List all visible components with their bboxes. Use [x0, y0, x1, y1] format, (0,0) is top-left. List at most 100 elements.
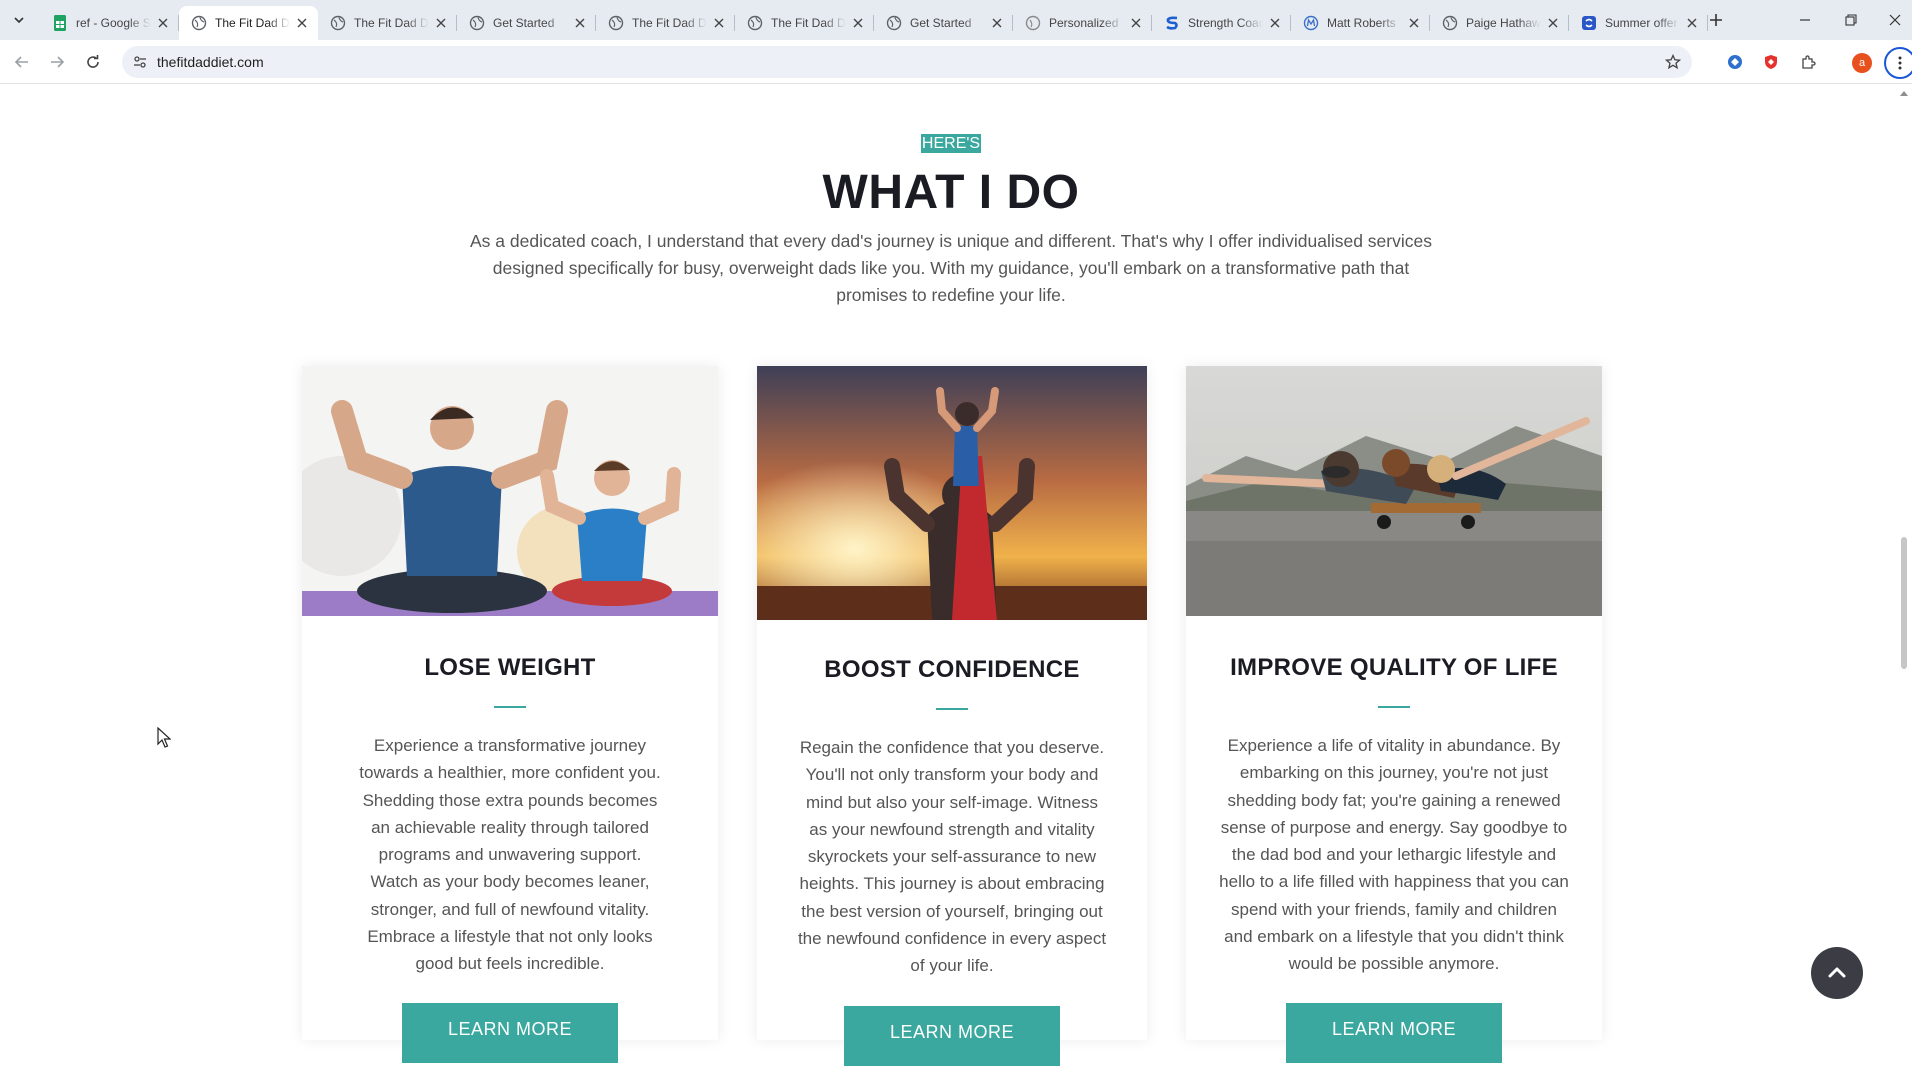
- section-intro: As a dedicated coach, I understand that …: [470, 231, 1432, 305]
- browser-toolbar: thefitdaddiet.com: [0, 40, 1912, 84]
- scroll-up-arrow-icon[interactable]: [1900, 91, 1908, 96]
- chevron-down-icon: [14, 17, 24, 24]
- globe-icon: [608, 15, 624, 31]
- m-logo-icon: [1303, 15, 1319, 31]
- service-card-lose-weight: LOSE WEIGHT Experience a transformative …: [302, 366, 718, 1063]
- tab-matt-roberts[interactable]: Matt Roberts: [1291, 6, 1430, 40]
- tab-get-started[interactable]: Get Started: [874, 6, 1013, 40]
- tab-get-started[interactable]: Get Started: [457, 6, 596, 40]
- close-icon[interactable]: [1545, 15, 1561, 31]
- tab-fit-dad-diet[interactable]: The Fit Dad Diet: [318, 6, 457, 40]
- blue-logo-icon: [1581, 15, 1597, 31]
- tab-ref-sheets[interactable]: ref - Google Sheets: [40, 6, 179, 40]
- service-card-quality-of-life: IMPROVE QUALITY OF LIFE Experience a lif…: [1186, 366, 1602, 1063]
- sheets-icon: [52, 15, 68, 31]
- card-divider: [936, 708, 968, 710]
- tab-summer-offer[interactable]: Summer offer: [1569, 6, 1708, 40]
- plus-icon: [1710, 14, 1722, 26]
- globe-icon: [191, 15, 207, 31]
- globe-icon: [747, 15, 763, 31]
- card-text: Experience a transformative journey towa…: [359, 736, 661, 974]
- restore-button[interactable]: [1828, 0, 1874, 40]
- learn-more-button[interactable]: LEARN MORE: [1286, 1003, 1502, 1063]
- close-icon[interactable]: [1267, 15, 1283, 31]
- card-photo-superhero-sunset: [757, 366, 1147, 620]
- globe-icon: [330, 15, 346, 31]
- s-logo-icon: [1164, 15, 1180, 31]
- minimize-icon: [1800, 19, 1810, 21]
- site-settings-icon[interactable]: [132, 54, 148, 70]
- scrollbar-thumb[interactable]: [1901, 537, 1907, 669]
- minimize-button[interactable]: [1782, 0, 1828, 40]
- mouse-cursor-icon: [157, 727, 171, 748]
- tab-fit-dad-diet[interactable]: The Fit Dad Diet: [596, 6, 735, 40]
- url-text: thefitdaddiet.com: [157, 54, 264, 70]
- page-scrollbar[interactable]: [1896, 85, 1912, 1040]
- close-icon: [1889, 14, 1901, 26]
- tab-title: The Fit Dad Diet: [215, 16, 290, 30]
- close-icon[interactable]: [294, 15, 310, 31]
- close-icon[interactable]: [850, 15, 866, 31]
- tab-paige-hathaway[interactable]: Paige Hathaway: [1430, 6, 1569, 40]
- service-card-boost-confidence: BOOST CONFIDENCE Regain the confidence t…: [757, 366, 1147, 1066]
- close-icon[interactable]: [1684, 15, 1700, 31]
- extensions-puzzle-icon[interactable]: [1798, 52, 1818, 72]
- globe-icon: [469, 15, 485, 31]
- card-title: BOOST CONFIDENCE: [824, 656, 1080, 683]
- close-icon[interactable]: [989, 15, 1005, 31]
- tab-title: The Fit Dad Diet: [354, 16, 429, 30]
- back-button[interactable]: [9, 49, 35, 75]
- card-divider: [1378, 706, 1410, 708]
- extension-shield-icon[interactable]: [1761, 52, 1781, 72]
- address-bar[interactable]: thefitdaddiet.com: [122, 46, 1692, 78]
- section-title: WHAT I DO: [822, 166, 1080, 219]
- arrow-right-icon: [51, 56, 65, 68]
- new-tab-button[interactable]: [1705, 9, 1727, 31]
- tab-search-button[interactable]: [8, 9, 30, 31]
- restore-icon: [1845, 14, 1857, 26]
- tab-fit-dad-diet-active[interactable]: The Fit Dad Diet: [179, 6, 318, 40]
- close-icon[interactable]: [433, 15, 449, 31]
- card-photo-father-son-flexing: [302, 366, 718, 616]
- scroll-to-top-button[interactable]: [1811, 947, 1863, 999]
- forward-button[interactable]: [44, 49, 70, 75]
- close-icon[interactable]: [572, 15, 588, 31]
- close-icon[interactable]: [1128, 15, 1144, 31]
- more-vertical-icon: [1898, 56, 1902, 70]
- arrow-left-icon: [14, 56, 28, 68]
- profile-avatar[interactable]: a: [1852, 53, 1872, 73]
- learn-more-button[interactable]: LEARN MORE: [402, 1003, 618, 1063]
- learn-more-button[interactable]: LEARN MORE: [844, 1006, 1060, 1066]
- chevron-up-icon: [1828, 967, 1846, 978]
- globe-icon: [886, 15, 902, 31]
- card-title: IMPROVE QUALITY OF LIFE: [1230, 654, 1558, 681]
- tab-personalized[interactable]: Personalized: [1013, 6, 1152, 40]
- tab-title: The Fit Dad Diet: [632, 16, 707, 30]
- close-icon[interactable]: [1406, 15, 1422, 31]
- tab-title: ref - Google Sheets: [76, 16, 151, 30]
- card-text: Regain the confidence that you deserve. …: [797, 738, 1107, 976]
- tab-title: Personalized: [1049, 16, 1119, 30]
- close-icon[interactable]: [155, 15, 171, 31]
- reload-icon: [87, 55, 99, 68]
- card-title: LOSE WEIGHT: [424, 654, 596, 681]
- card-text: Experience a life of vitality in abundan…: [1219, 736, 1569, 974]
- tab-title: Get Started: [910, 16, 972, 30]
- card-divider: [494, 706, 526, 708]
- tab-fit-dad-diet[interactable]: The Fit Dad Diet: [735, 6, 874, 40]
- tab-title: Matt Roberts: [1327, 16, 1396, 30]
- tab-strength-coach[interactable]: Strength Coach: [1152, 6, 1291, 40]
- close-window-button[interactable]: [1872, 0, 1912, 40]
- close-icon[interactable]: [711, 15, 727, 31]
- reload-button[interactable]: [80, 49, 106, 75]
- globe-icon: [1025, 15, 1041, 31]
- bookmark-star-icon[interactable]: [1664, 53, 1682, 71]
- tab-title: The Fit Dad Diet: [771, 16, 846, 30]
- card-photo-family-skateboard: [1186, 366, 1602, 616]
- section-eyebrow: HERE'S: [0, 134, 1902, 153]
- eyebrow-text: HERE'S: [920, 134, 982, 153]
- tab-title: Summer offer: [1605, 16, 1678, 30]
- browser-menu-button[interactable]: [1884, 47, 1912, 79]
- extension-blue-icon[interactable]: [1725, 52, 1745, 72]
- tab-title: Strength Coach: [1188, 16, 1263, 30]
